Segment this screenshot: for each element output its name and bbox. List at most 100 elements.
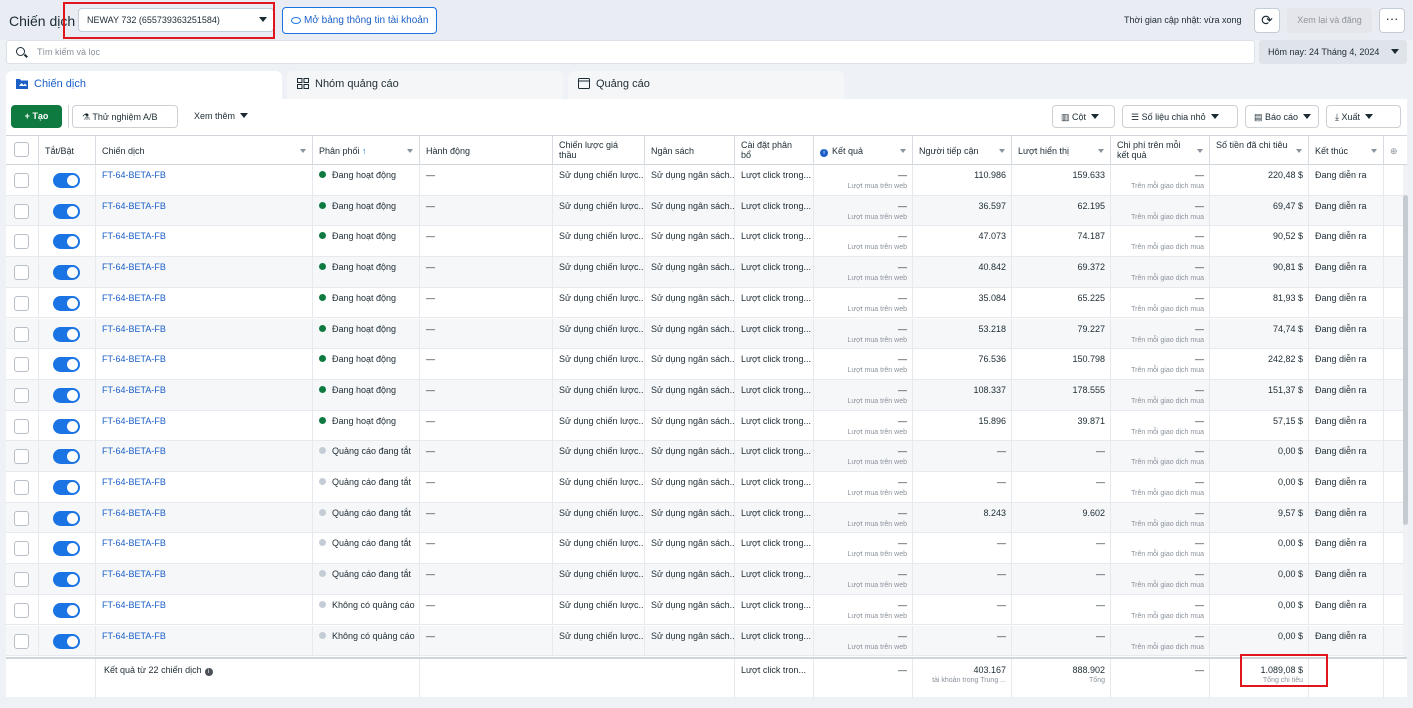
vertical-scrollbar[interactable] <box>1403 165 1408 657</box>
ends-cell: Đang diễn ra <box>1309 165 1384 195</box>
col-header-ends[interactable]: Kết thúc <box>1309 136 1384 165</box>
date-range-picker[interactable]: Hôm nay: 24 Tháng 4, 2024 <box>1259 40 1407 64</box>
campaign-toggle[interactable] <box>53 633 80 649</box>
campaign-toggle[interactable] <box>53 357 80 373</box>
breakdown-button[interactable]: ☰ Số liệu chia nhỏ <box>1122 105 1238 128</box>
campaign-name-link[interactable]: FT-64-BETA-FB <box>96 441 312 456</box>
campaign-toggle[interactable] <box>53 387 80 403</box>
col-header-actions[interactable]: Hành động <box>420 136 553 165</box>
campaign-toggle[interactable] <box>53 326 80 342</box>
review-publish-button[interactable]: Xem lại và đăng <box>1287 8 1372 33</box>
table-row[interactable]: FT-64-BETA-FB Đang hoạt động — Sử dụng chiế… <box>6 257 1407 288</box>
table-row[interactable]: FT-64-BETA-FB Đang hoạt động — Sử dụng chiế… <box>6 410 1407 442</box>
row-checkbox[interactable] <box>14 295 29 311</box>
campaign-name-link[interactable]: FT-64-BETA-FB <box>96 319 312 334</box>
campaign-toggle[interactable] <box>53 418 80 434</box>
table-row[interactable]: FT-64-BETA-FB Không có quảng cáo — Sử dụng … <box>6 625 1407 657</box>
campaign-toggle[interactable] <box>53 265 80 281</box>
export-button[interactable]: ⤓ Xuất <box>1326 105 1401 128</box>
account-select[interactable]: NEWAY 732 (655739363251584) <box>78 8 274 32</box>
row-checkbox[interactable] <box>14 572 29 588</box>
tab-ad-sets[interactable]: Nhóm quảng cáo <box>287 71 563 99</box>
campaign-name-link[interactable]: FT-64-BETA-FB <box>96 288 312 303</box>
columns-button[interactable]: ▥ Cột <box>1052 105 1115 128</box>
campaign-name-link[interactable]: FT-64-BETA-FB <box>96 257 312 272</box>
table-row[interactable]: FT-64-BETA-FB Đang hoạt động — Sử dụng chiế… <box>6 318 1407 350</box>
col-header-reach[interactable]: Người tiếp cận <box>913 136 1012 165</box>
col-header-budget[interactable]: Ngân sách <box>645 136 735 165</box>
more-options-button[interactable]: ··· <box>1379 8 1405 33</box>
campaign-name-link[interactable]: FT-64-BETA-FB <box>96 503 312 518</box>
col-header-results[interactable]: i Kết quả <box>814 136 913 165</box>
table-row[interactable]: FT-64-BETA-FB Đang hoạt động — Sử dụng chiế… <box>6 226 1407 258</box>
col-header-attribution[interactable]: Cài đặt phân bổ <box>735 136 814 165</box>
row-checkbox[interactable] <box>14 480 29 495</box>
reports-button[interactable]: ▤ Báo cáo <box>1245 105 1319 128</box>
refresh-button[interactable]: ⟳ <box>1254 8 1280 33</box>
table-row[interactable]: FT-64-BETA-FB Đang hoạt động — Sử dụng chiế… <box>6 379 1407 411</box>
row-checkbox[interactable] <box>14 541 29 557</box>
scrollbar-thumb[interactable] <box>1403 195 1408 525</box>
row-checkbox[interactable] <box>14 418 29 434</box>
campaign-toggle[interactable] <box>53 173 80 188</box>
campaign-toggle[interactable] <box>53 602 80 618</box>
report-icon: ▤ <box>1254 112 1266 122</box>
col-header-bid-strategy[interactable]: Chiến lược giá thầu <box>553 136 645 165</box>
table-row[interactable]: FT-64-BETA-FB Không có quảng cáo — Sử dụng … <box>6 594 1407 626</box>
campaign-toggle[interactable] <box>53 480 80 495</box>
campaign-toggle[interactable] <box>53 572 80 588</box>
row-checkbox[interactable] <box>14 357 29 373</box>
row-checkbox[interactable] <box>14 203 29 219</box>
campaign-name-link[interactable]: FT-64-BETA-FB <box>96 472 312 487</box>
open-account-info-button[interactable]: Mở bảng thông tin tài khoản <box>282 7 437 34</box>
table-row[interactable]: FT-64-BETA-FB Quảng cáo đang tắt — Sử dụng … <box>6 472 1407 503</box>
tab-ads[interactable]: Quảng cáo <box>568 71 844 99</box>
row-checkbox[interactable] <box>14 173 29 188</box>
col-header-campaign[interactable]: Chiến dịch <box>96 136 313 165</box>
row-checkbox[interactable] <box>14 510 29 526</box>
campaign-name-link[interactable]: FT-64-BETA-FB <box>96 533 312 548</box>
table-row[interactable]: FT-64-BETA-FB Đang hoạt động — Sử dụng chiế… <box>6 165 1407 196</box>
campaign-name-link[interactable]: FT-64-BETA-FB <box>96 595 312 610</box>
campaign-toggle[interactable] <box>53 449 80 465</box>
row-checkbox[interactable] <box>14 602 29 618</box>
campaign-name-link[interactable]: FT-64-BETA-FB <box>96 349 312 364</box>
row-checkbox[interactable] <box>14 633 29 649</box>
campaign-name-link[interactable]: FT-64-BETA-FB <box>96 380 312 395</box>
more-view-button[interactable]: Xem thêm <box>188 105 260 128</box>
row-checkbox[interactable] <box>14 326 29 342</box>
table-row[interactable]: FT-64-BETA-FB Quảng cáo đang tắt — Sử dụng … <box>6 533 1407 565</box>
col-header-amount-spent[interactable]: Số tiền đã chi tiêu <box>1210 136 1309 165</box>
table-row[interactable]: FT-64-BETA-FB Đang hoạt động — Sử dụng chiế… <box>6 349 1407 380</box>
tab-campaigns[interactable]: Chiến dịch <box>6 71 282 101</box>
ab-test-button[interactable]: ⚗ Thử nghiệm A/B <box>72 105 178 128</box>
campaign-toggle[interactable] <box>53 295 80 311</box>
campaign-name-link[interactable]: FT-64-BETA-FB <box>96 564 312 579</box>
campaign-name-link[interactable]: FT-64-BETA-FB <box>96 626 312 641</box>
add-column-icon[interactable]: ⊕ <box>1384 136 1407 165</box>
col-header-cost-per-result[interactable]: Chi phí trên mỗi kết quả <box>1111 136 1210 165</box>
campaign-toggle[interactable] <box>53 234 80 250</box>
select-all-checkbox[interactable] <box>14 142 29 157</box>
table-row[interactable]: FT-64-BETA-FB Quảng cáo đang tắt — Sử dụng … <box>6 564 1407 595</box>
table-row[interactable]: FT-64-BETA-FB Đang hoạt động — Sử dụng chiế… <box>6 287 1407 319</box>
table-row[interactable]: FT-64-BETA-FB Quảng cáo đang tắt — Sử dụng … <box>6 502 1407 534</box>
search-input[interactable]: Tìm kiếm và lọc <box>6 40 1255 64</box>
col-header-delivery[interactable]: Phân phối ↑ <box>313 136 420 165</box>
campaign-name-link[interactable]: FT-64-BETA-FB <box>96 196 312 211</box>
campaign-toggle[interactable] <box>53 203 80 219</box>
create-button[interactable]: + Tạo <box>11 105 62 128</box>
table-row[interactable]: FT-64-BETA-FB Đang hoạt động — Sử dụng chiế… <box>6 195 1407 227</box>
col-header-impressions[interactable]: Lượt hiển thị <box>1012 136 1111 165</box>
row-checkbox[interactable] <box>14 387 29 403</box>
campaign-toggle[interactable] <box>53 541 80 557</box>
table-row[interactable]: FT-64-BETA-FB Quảng cáo đang tắt — Sử dụng … <box>6 441 1407 472</box>
row-checkbox[interactable] <box>14 265 29 281</box>
row-checkbox[interactable] <box>14 234 29 250</box>
col-header-toggle[interactable]: Tắt/Bật <box>39 136 96 165</box>
campaign-name-link[interactable]: FT-64-BETA-FB <box>96 411 312 426</box>
row-checkbox[interactable] <box>14 449 29 465</box>
campaign-name-link[interactable]: FT-64-BETA-FB <box>96 226 312 241</box>
campaign-name-link[interactable]: FT-64-BETA-FB <box>96 165 312 180</box>
campaign-toggle[interactable] <box>53 510 80 526</box>
